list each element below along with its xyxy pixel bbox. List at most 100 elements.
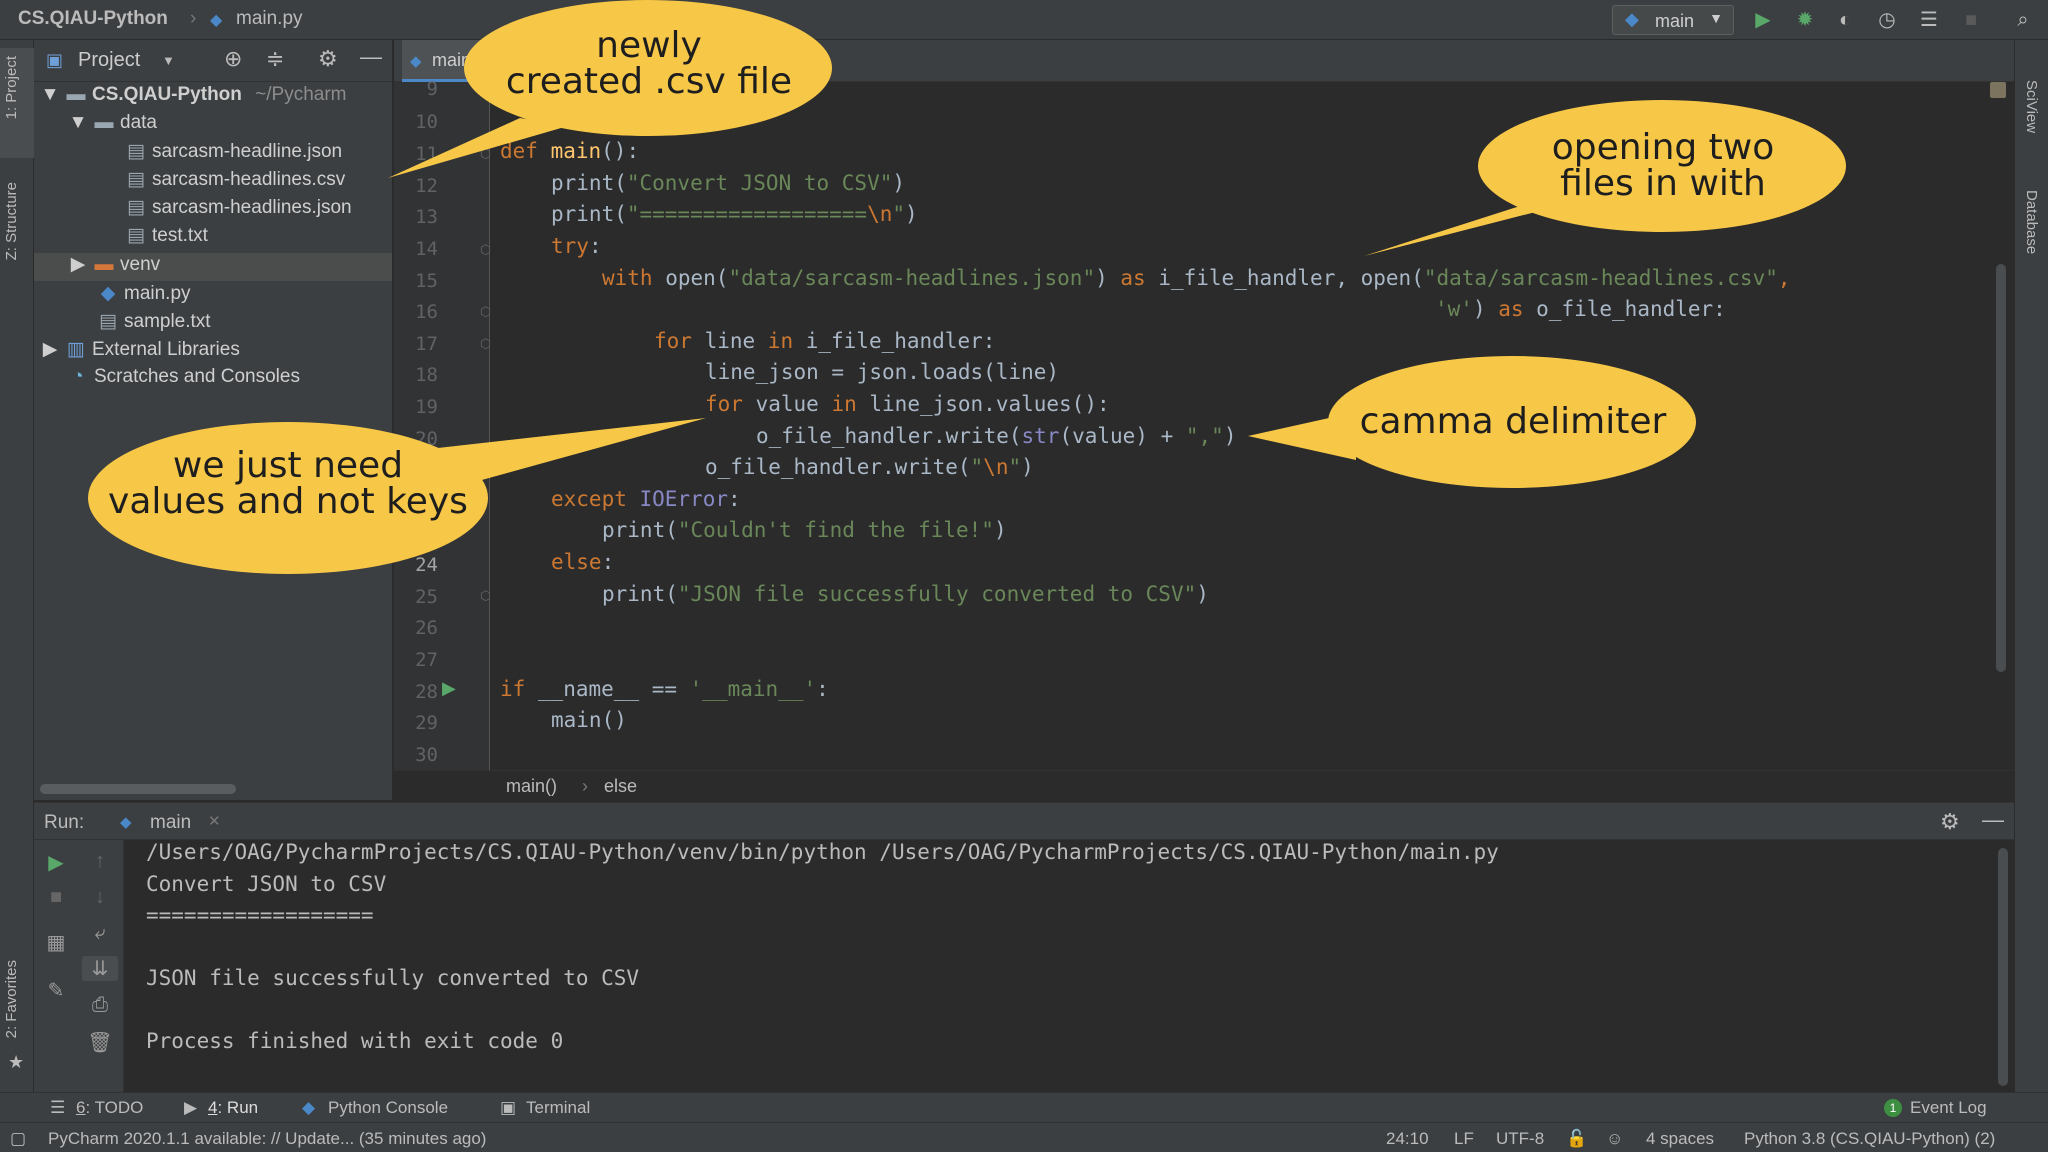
tool-windows-icon[interactable]: ▢ xyxy=(10,1129,26,1149)
pin-icon[interactable]: ✎ xyxy=(43,978,69,1003)
text-file-icon: ▤ xyxy=(99,311,117,332)
tool-tab-todo[interactable]: 6: TODO xyxy=(76,1098,143,1118)
json-file-icon: ▤ xyxy=(127,197,145,218)
python-icon: ◆ xyxy=(1625,9,1639,29)
gear-icon[interactable]: ⚙ xyxy=(1940,809,1960,835)
run-configuration-label: main xyxy=(1655,11,1695,31)
coverage-icon[interactable]: ◐ xyxy=(1834,9,1856,31)
tree-item-file[interactable]: ▤ sarcasm-headlines.csv xyxy=(126,168,345,196)
inspector-icon[interactable]: ☺ xyxy=(1606,1129,1623,1149)
tool-tab-database[interactable]: Database xyxy=(2023,190,2040,254)
tree-item-file[interactable]: ▤ test.txt xyxy=(126,224,208,252)
folder-icon: ▬ xyxy=(94,112,114,133)
scroll-down-icon[interactable]: ↓ xyxy=(87,886,113,909)
tree-item-file[interactable]: ▤ sarcasm-headline.json xyxy=(126,140,342,168)
soft-wrap-icon[interactable]: ⤶ xyxy=(87,922,113,945)
run-configuration-selector[interactable]: ◆ main ▼ xyxy=(1612,5,1734,35)
console-line: ================== xyxy=(146,903,374,927)
breadcrumb-item[interactable]: main() xyxy=(506,776,557,797)
code-editor[interactable]: def main(): print("Convert JSON to CSV")… xyxy=(490,82,1998,770)
breadcrumb-item[interactable]: else xyxy=(604,776,637,797)
tree-item-data[interactable]: ▼ ▬ data xyxy=(68,112,157,140)
stop-icon[interactable]: ■ xyxy=(1960,9,1982,31)
interpreter-selector[interactable]: Python 3.8 (CS.QIAU-Python) (2) xyxy=(1744,1129,1995,1149)
search-icon[interactable]: ⌕ xyxy=(2012,9,2034,31)
tool-tab-favorites[interactable]: 2: Favorites xyxy=(3,960,20,1038)
stop-icon[interactable]: ■ xyxy=(43,886,69,909)
profile-icon[interactable]: ◷ xyxy=(1876,9,1898,31)
code-line: o_file_handler.write(str(value) + ",") xyxy=(756,424,1237,448)
close-icon[interactable]: ✕ xyxy=(208,812,221,830)
tool-tab-sciview[interactable]: SciView xyxy=(2023,80,2040,133)
project-view-selector[interactable]: Project xyxy=(78,49,140,72)
console-output[interactable]: /Users/OAG/PycharmProjects/CS.QIAU-Pytho… xyxy=(124,840,2014,1092)
console-scrollbar[interactable] xyxy=(1998,848,2008,1086)
python-icon: ◆ xyxy=(120,814,132,831)
code-line: print("JSON file successfully converted … xyxy=(602,582,1209,606)
breadcrumb-file[interactable]: main.py xyxy=(236,8,303,30)
python-file-icon: ◆ xyxy=(410,53,422,70)
code-line: 'w') as o_file_handler: xyxy=(1435,297,1726,321)
tree-item-external-libraries[interactable]: ▶ ▥ External Libraries xyxy=(40,338,240,366)
lock-icon[interactable]: 🔓 xyxy=(1566,1129,1587,1149)
tool-tab-terminal[interactable]: Terminal xyxy=(526,1098,590,1118)
run-gutter-icon[interactable]: ▶ xyxy=(442,678,456,699)
file-encoding[interactable]: UTF-8 xyxy=(1496,1129,1544,1149)
tool-tab-project[interactable]: 1: Project xyxy=(3,56,20,119)
print-icon[interactable]: ⎙ xyxy=(87,994,113,1017)
line-number: 16 xyxy=(415,301,438,323)
terminal-icon: ▣ xyxy=(500,1098,517,1117)
python-file-icon: ◆ xyxy=(210,12,223,29)
run-tab-main[interactable]: main xyxy=(150,812,191,834)
run-toolbar: ▶ ↑ ■ ↓ ⤶ ▦ ⇊ ✎ ⎙ 🗑 xyxy=(34,840,124,1092)
rerun-icon[interactable]: ▶ xyxy=(43,850,69,875)
code-line: try: xyxy=(551,234,602,258)
tree-item-root[interactable]: ▼ ▬ CS.QIAU-Python ~/Pycharm xyxy=(40,84,347,112)
locate-icon[interactable]: ⊕ xyxy=(224,46,242,72)
debug-icon[interactable]: ✹ xyxy=(1794,9,1816,31)
editor-gutter: 9 10 11 12 13 14 15 16 17 18 19 20 24 25… xyxy=(394,78,491,770)
status-message[interactable]: PyCharm 2020.1.1 available: // Update...… xyxy=(48,1129,486,1149)
scroll-to-end-icon[interactable]: ⇊ xyxy=(82,956,118,981)
library-icon: ▥ xyxy=(67,339,85,360)
tree-item-venv[interactable]: ▶ ▬ venv xyxy=(34,253,392,281)
python-file-icon: ◆ xyxy=(100,283,116,304)
line-number: 14 xyxy=(415,238,438,260)
tree-item-file[interactable]: ◆ main.py xyxy=(98,282,191,310)
tree-item-file[interactable]: ▤ sarcasm-headlines.json xyxy=(126,196,352,224)
line-number: 18 xyxy=(415,364,438,386)
inspection-status-icon[interactable] xyxy=(1990,82,2006,98)
tool-tab-run[interactable]: 4: Run xyxy=(208,1098,258,1118)
code-line: o_file_handler.write("\n") xyxy=(705,455,1034,479)
editor-scrollbar[interactable] xyxy=(1996,264,2006,672)
horizontal-scrollbar[interactable] xyxy=(40,784,236,794)
line-number: 27 xyxy=(415,649,438,671)
line-number: 19 xyxy=(415,396,438,418)
editor-tab-main[interactable]: ◆ main.py xyxy=(402,40,562,82)
scroll-up-icon[interactable]: ↑ xyxy=(87,850,113,873)
gear-icon[interactable]: ⚙ xyxy=(318,46,338,72)
indent-setting[interactable]: 4 spaces xyxy=(1646,1129,1714,1149)
hide-icon[interactable]: — xyxy=(1982,807,2004,833)
hide-icon[interactable]: — xyxy=(360,44,382,70)
concurrency-icon[interactable]: ☰ xyxy=(1918,9,1940,31)
layout-icon[interactable]: ▦ xyxy=(43,930,69,955)
tool-tab-structure[interactable]: Z: Structure xyxy=(3,182,20,260)
trash-icon[interactable]: 🗑 xyxy=(87,1030,113,1055)
tool-tab-event-log[interactable]: Event Log xyxy=(1910,1098,1987,1118)
line-number: 10 xyxy=(415,111,438,133)
collapse-all-icon[interactable]: ≑ xyxy=(266,46,284,72)
tool-tab-python-console[interactable]: Python Console xyxy=(328,1098,448,1118)
run-icon[interactable]: ▶ xyxy=(1752,9,1774,31)
collapsed-arrow-icon: ▶ xyxy=(42,339,58,360)
code-line: if __name__ == '__main__': xyxy=(500,677,829,701)
line-number: 11 xyxy=(415,143,438,165)
text-file-icon: ▤ xyxy=(127,225,145,246)
breadcrumb-project[interactable]: CS.QIAU-Python xyxy=(18,8,168,30)
code-line: line_json = json.loads(line) xyxy=(705,360,1060,384)
caret-position[interactable]: 24:10 xyxy=(1386,1129,1429,1149)
tree-item-scratches[interactable]: ◔ Scratches and Consoles xyxy=(68,366,300,394)
tree-item-file[interactable]: ▤ sample.txt xyxy=(98,310,211,338)
line-separator[interactable]: LF xyxy=(1454,1129,1474,1149)
chevron-down-icon[interactable]: ▼ xyxy=(162,53,175,68)
